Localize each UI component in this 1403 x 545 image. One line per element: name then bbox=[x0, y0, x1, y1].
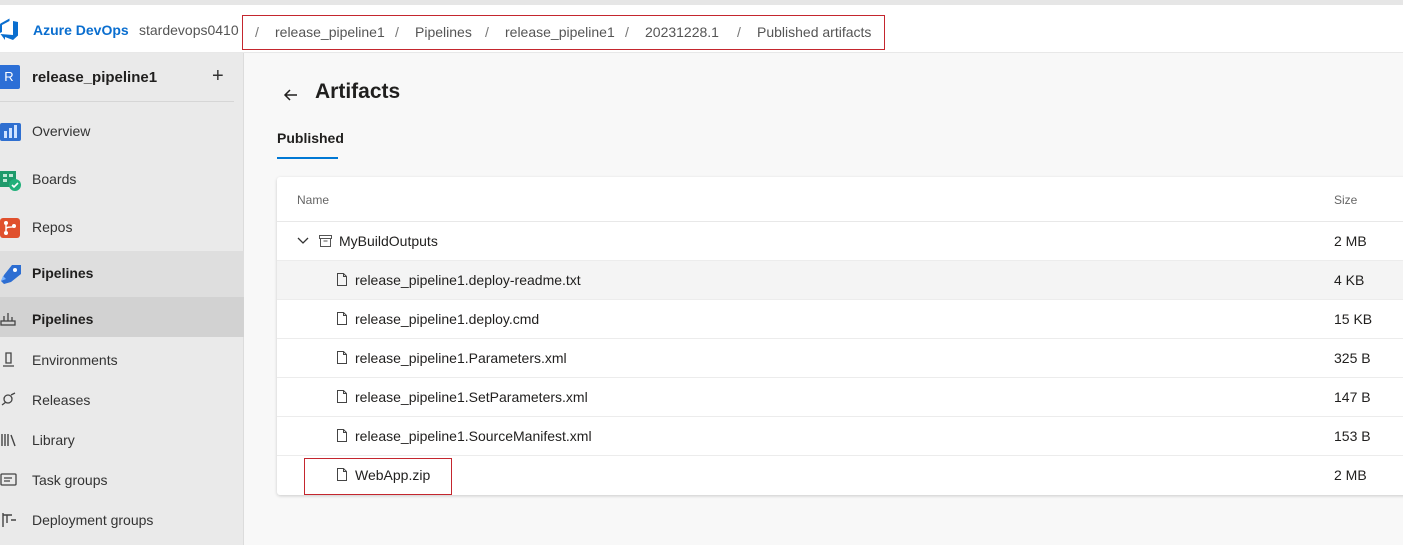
sidebar-item-label: Boards bbox=[32, 171, 77, 187]
releases-icon bbox=[1, 392, 16, 406]
highlight-box bbox=[304, 458, 452, 495]
back-arrow-icon[interactable] bbox=[281, 85, 301, 105]
main-content: Artifacts Published Name Size MyBuildOut… bbox=[245, 53, 1403, 545]
azure-devops-logo-icon[interactable] bbox=[0, 17, 20, 41]
tab-published[interactable]: Published bbox=[277, 130, 344, 146]
file-name: release_pipeline1.SetParameters.xml bbox=[355, 389, 588, 405]
table-row[interactable]: release_pipeline1.deploy.cmd 15 KB bbox=[277, 300, 1403, 339]
file-size: 147 B bbox=[1334, 389, 1371, 405]
file-name: release_pipeline1.deploy-readme.txt bbox=[355, 272, 581, 288]
sidebar-item-label: Environments bbox=[32, 352, 118, 368]
file-icon bbox=[337, 351, 347, 364]
breadcrumb-pipeline[interactable]: release_pipeline1 bbox=[505, 24, 615, 40]
library-icon bbox=[1, 434, 16, 447]
sidebar-item-label: Pipelines bbox=[32, 265, 94, 281]
folder-size: 2 MB bbox=[1334, 233, 1367, 249]
sidebar-item-label: Library bbox=[32, 432, 75, 448]
sidebar-item-pipelines-section[interactable]: Pipelines bbox=[0, 251, 244, 297]
repos-icon bbox=[0, 218, 20, 238]
file-icon bbox=[337, 312, 347, 325]
file-icon bbox=[337, 390, 347, 403]
pipelines-icon bbox=[1, 265, 21, 284]
sidebar-item-releases[interactable]: Releases bbox=[0, 379, 244, 419]
breadcrumb-separator: / bbox=[737, 24, 741, 40]
breadcrumb-separator: / bbox=[255, 24, 259, 40]
sidebar-item-label: Repos bbox=[32, 219, 73, 235]
folder-archive-icon bbox=[319, 235, 332, 247]
sidebar-item-label: Deployment groups bbox=[32, 512, 154, 528]
column-header-size[interactable]: Size bbox=[1334, 193, 1357, 207]
table-row[interactable]: release_pipeline1.Parameters.xml 325 B bbox=[277, 339, 1403, 378]
sidebar-item-overview[interactable]: Overview bbox=[0, 111, 244, 151]
file-icon bbox=[337, 273, 347, 286]
file-size: 2 MB bbox=[1334, 467, 1367, 483]
sidebar-item-label: Pipelines bbox=[32, 311, 94, 327]
project-name[interactable]: release_pipeline1 bbox=[32, 69, 157, 86]
breadcrumb-separator: / bbox=[485, 24, 489, 40]
project-avatar[interactable]: R bbox=[0, 65, 20, 89]
file-icon bbox=[337, 429, 347, 442]
breadcrumb-separator: / bbox=[395, 24, 399, 40]
sidebar-item-label: Task groups bbox=[32, 472, 108, 488]
column-header-name[interactable]: Name bbox=[297, 193, 329, 207]
sidebar-divider bbox=[0, 101, 234, 102]
table-row[interactable]: release_pipeline1.SetParameters.xml 147 … bbox=[277, 378, 1403, 417]
pipelines-sub-icon bbox=[0, 313, 16, 326]
table-row-folder[interactable]: MyBuildOutputs 2 MB bbox=[277, 222, 1403, 261]
page-title: Artifacts bbox=[315, 80, 401, 103]
sidebar-item-deployment-groups[interactable]: Deployment groups bbox=[0, 499, 244, 539]
file-size: 4 KB bbox=[1334, 272, 1365, 288]
sidebar-item-library[interactable]: Library bbox=[0, 419, 244, 459]
sidebar-item-label: Releases bbox=[32, 392, 91, 408]
deployment-groups-icon bbox=[2, 513, 16, 527]
breadcrumb-run[interactable]: 20231228.1 bbox=[645, 24, 719, 40]
file-name: release_pipeline1.Parameters.xml bbox=[355, 350, 567, 366]
chevron-down-icon[interactable] bbox=[297, 237, 309, 245]
file-size: 153 B bbox=[1334, 428, 1371, 444]
breadcrumb-separator: / bbox=[625, 24, 629, 40]
breadcrumb-pipelines[interactable]: Pipelines bbox=[415, 24, 472, 40]
task-groups-icon bbox=[0, 473, 17, 486]
table-row[interactable]: release_pipeline1.SourceManifest.xml 153… bbox=[277, 417, 1403, 456]
sidebar-item-boards[interactable]: Boards bbox=[0, 159, 244, 199]
boards-icon bbox=[0, 171, 21, 191]
file-size: 325 B bbox=[1334, 350, 1371, 366]
brand-link[interactable]: Azure DevOps bbox=[33, 22, 129, 38]
artifacts-table: Name Size MyBuildOutputs 2 MB release_pi… bbox=[277, 177, 1403, 495]
overview-icon bbox=[0, 123, 21, 141]
tab-active-indicator bbox=[277, 157, 338, 159]
breadcrumb: / release_pipeline1 / Pipelines / releas… bbox=[242, 15, 885, 50]
sidebar-item-environments[interactable]: Environments bbox=[0, 339, 244, 379]
org-link[interactable]: stardevops0410 bbox=[139, 22, 239, 38]
folder-name: MyBuildOutputs bbox=[339, 233, 438, 249]
file-name: release_pipeline1.deploy.cmd bbox=[355, 311, 540, 327]
table-row[interactable]: release_pipeline1.deploy-readme.txt 4 KB bbox=[277, 261, 1403, 300]
sidebar-item-task-groups[interactable]: Task groups bbox=[0, 459, 244, 499]
environments-icon bbox=[3, 352, 14, 367]
sidebar: R release_pipeline1 + Overview Boards Re… bbox=[0, 53, 244, 545]
breadcrumb-published-artifacts[interactable]: Published artifacts bbox=[757, 24, 871, 40]
top-bar: Azure DevOps stardevops0410 / release_pi… bbox=[0, 0, 1403, 53]
sidebar-item-label: Overview bbox=[32, 123, 91, 139]
sidebar-item-pipelines[interactable]: Pipelines bbox=[0, 297, 244, 337]
sidebar-item-repos[interactable]: Repos bbox=[0, 207, 244, 247]
breadcrumb-project[interactable]: release_pipeline1 bbox=[275, 24, 385, 40]
file-name: release_pipeline1.SourceManifest.xml bbox=[355, 428, 592, 444]
add-icon[interactable]: + bbox=[212, 64, 224, 88]
file-size: 15 KB bbox=[1334, 311, 1373, 327]
